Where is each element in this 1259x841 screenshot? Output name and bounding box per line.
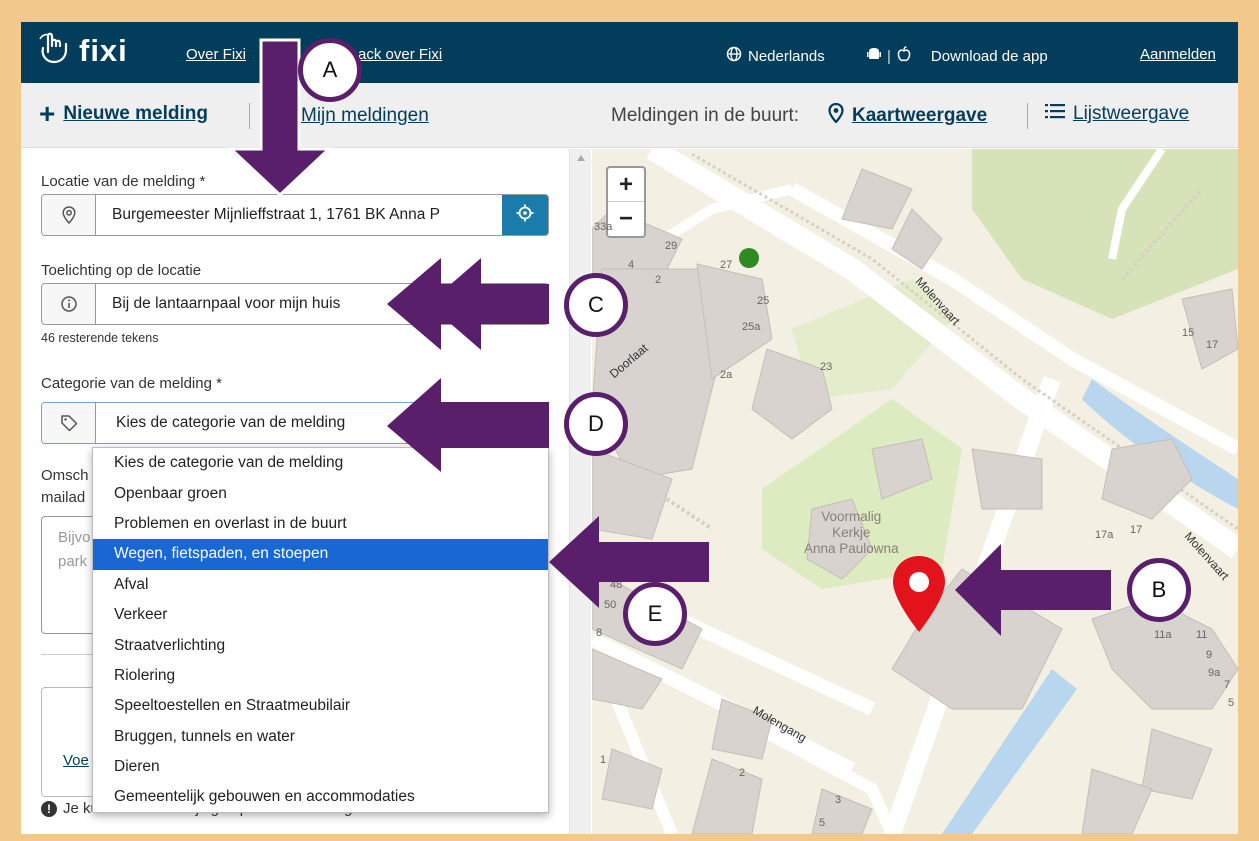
- annotation-overlay: [227, 38, 1111, 636]
- annotation-arrow-b: [955, 544, 1111, 636]
- annotation-label-b: B: [1127, 558, 1191, 622]
- app-frame: fixi Over Fixi ack over Fixi Nederlands …: [21, 22, 1238, 834]
- annotation-arrow-d: [387, 378, 549, 472]
- annotation-label-d: D: [564, 392, 628, 456]
- annotation-label-c: C: [564, 273, 628, 337]
- annotation-label-e: E: [623, 582, 687, 646]
- annotation-label-a: A: [298, 38, 362, 102]
